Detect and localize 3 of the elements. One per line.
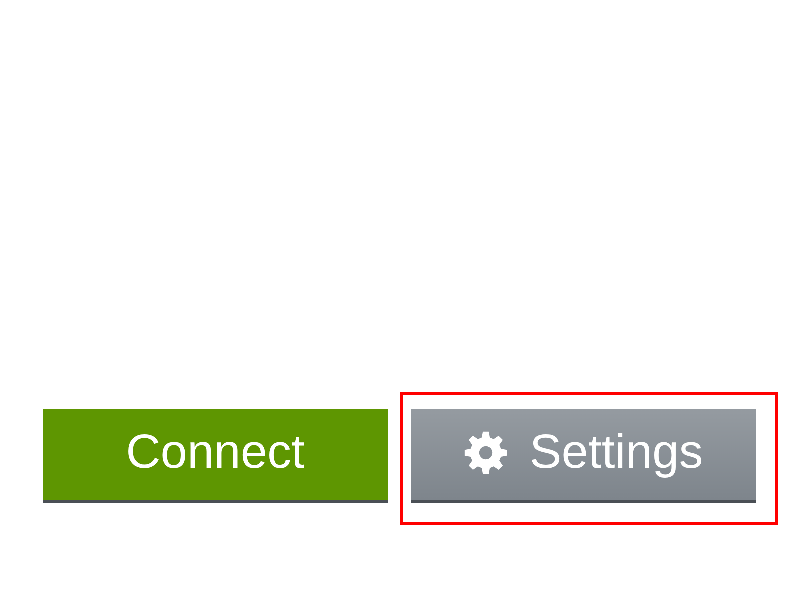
settings-button[interactable]: Settings bbox=[411, 409, 756, 500]
connect-button[interactable]: Connect bbox=[43, 409, 388, 500]
settings-icon bbox=[464, 430, 508, 474]
